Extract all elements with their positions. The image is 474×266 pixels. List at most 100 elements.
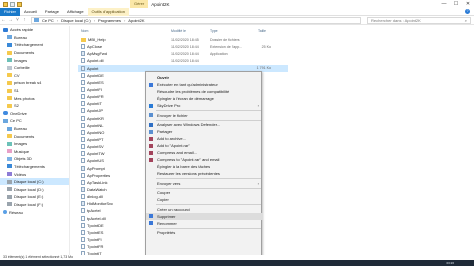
file-row[interactable]: ApointES bbox=[78, 79, 474, 86]
context-menu-item[interactable]: Épingler à l'écran de démarrage bbox=[146, 95, 263, 102]
nav-item[interactable]: prison break s4 bbox=[0, 79, 69, 87]
nav-item[interactable]: Disque local (F:) bbox=[0, 201, 69, 209]
context-menu-item[interactable]: Propriétés bbox=[146, 229, 263, 236]
context-menu-item[interactable]: SkyDrive Pro › bbox=[146, 102, 263, 109]
properties-icon[interactable] bbox=[10, 1, 15, 7]
nav-item[interactable]: Documents bbox=[0, 132, 69, 140]
file-row[interactable]: TpointFR bbox=[78, 243, 474, 250]
context-menu-item[interactable]: Partager bbox=[146, 128, 263, 135]
nav-item[interactable]: Ce PC bbox=[0, 117, 69, 125]
column-header-date[interactable]: Modifié le bbox=[171, 29, 186, 33]
column-header-size[interactable]: Taille bbox=[258, 29, 266, 33]
nav-item[interactable]: Objets 3D bbox=[0, 155, 69, 163]
nav-item[interactable]: Mes photos bbox=[0, 94, 69, 102]
file-row[interactable]: tpAcrtel bbox=[78, 207, 474, 214]
breadcrumb-this-pc[interactable]: Ce PC bbox=[42, 18, 54, 23]
nav-item[interactable]: Corbeille bbox=[0, 64, 69, 72]
file-row[interactable]: ApointPT bbox=[78, 136, 474, 143]
nav-item[interactable]: Images bbox=[0, 140, 69, 148]
tab-home[interactable]: Accueil bbox=[20, 8, 41, 16]
file-row[interactable]: ApointIT bbox=[78, 100, 474, 107]
tab-share[interactable]: Partage bbox=[41, 8, 63, 16]
nav-item[interactable]: Bureau bbox=[0, 125, 69, 133]
tab-application-tools[interactable]: Outils d'application bbox=[87, 7, 129, 16]
column-header-name[interactable]: Nom bbox=[81, 29, 88, 33]
address-bar[interactable]: Ce PC › Disque local (C:) › Programmes ›… bbox=[31, 16, 361, 24]
file-row[interactable]: dlnlog.dll bbox=[78, 193, 474, 200]
forward-arrow-icon[interactable]: → bbox=[7, 16, 14, 25]
context-menu-item[interactable]: Add to archive... bbox=[146, 135, 263, 142]
search-input[interactable]: Rechercher dans : Apoint2K ⌕ bbox=[367, 17, 471, 24]
tab-view[interactable]: Affichage bbox=[63, 8, 88, 16]
context-menu-item[interactable]: Renommer bbox=[146, 220, 263, 227]
file-row[interactable]: ApProperties bbox=[78, 172, 474, 179]
nav-item[interactable]: CV bbox=[0, 72, 69, 80]
file-row[interactable]: ApointNO bbox=[78, 129, 474, 136]
nav-item[interactable]: S2 bbox=[0, 102, 69, 110]
breadcrumb-programs[interactable]: Programmes bbox=[98, 18, 121, 23]
folder-icon[interactable] bbox=[3, 1, 8, 7]
nav-item[interactable]: S1 bbox=[0, 87, 69, 95]
context-menu-item[interactable]: Compress and email... bbox=[146, 149, 263, 156]
nav-item[interactable]: Disque local (D:) bbox=[0, 185, 69, 193]
context-menu-item[interactable]: Créer un raccourci bbox=[146, 206, 263, 213]
file-row[interactable]: ApointDE bbox=[78, 72, 474, 79]
breadcrumb-local-disk[interactable]: Disque local (C:) bbox=[61, 18, 91, 23]
file-row[interactable]: tpAcrtel.dll bbox=[78, 215, 474, 222]
file-row[interactable]: ApMsgFwd 11/02/2020 18:44 Application bbox=[78, 50, 474, 57]
minimize-button[interactable]: — bbox=[438, 0, 450, 8]
nav-item[interactable]: Musique bbox=[0, 148, 69, 156]
context-menu-item[interactable]: Épingler à la barre des tâches bbox=[146, 163, 263, 170]
clock[interactable]: 03:26 bbox=[446, 261, 454, 265]
nav-item[interactable]: OneDrive bbox=[0, 110, 69, 118]
file-row[interactable]: ApointFI bbox=[78, 86, 474, 93]
breadcrumb-apoint2k[interactable]: Apoint2K bbox=[128, 18, 144, 23]
context-menu-item[interactable]: Supprimer bbox=[146, 212, 263, 220]
manage-context-tab[interactable]: Gérer bbox=[130, 0, 149, 8]
file-row[interactable]: MBI_Help 11/02/2020 18:45 Dossier de fichi… bbox=[78, 36, 474, 43]
nav-item[interactable]: Bureau bbox=[0, 34, 69, 42]
nav-item[interactable]: Réseau bbox=[0, 208, 69, 216]
nav-item[interactable]: Téléchargements bbox=[0, 163, 69, 171]
file-row[interactable]: ApointSV bbox=[78, 143, 474, 150]
file-row[interactable]: ApointTW bbox=[78, 150, 474, 157]
nav-item[interactable]: Vidéos bbox=[0, 170, 69, 178]
file-row[interactable]: ApointKR bbox=[78, 115, 474, 122]
new-folder-icon[interactable] bbox=[17, 1, 22, 7]
chevron-down-icon[interactable]: ˅ bbox=[14, 16, 21, 25]
file-row[interactable]: TpointES bbox=[78, 229, 474, 236]
file-row[interactable]: ApPrompt bbox=[78, 165, 474, 172]
close-button[interactable]: ✕ bbox=[462, 0, 474, 8]
context-menu-item[interactable]: Envoyer le fichier bbox=[146, 112, 263, 119]
context-menu-item[interactable]: Envoyer vers › bbox=[146, 180, 263, 187]
up-arrow-icon[interactable]: ↑ bbox=[21, 16, 28, 25]
file-row[interactable]: ApTaskLink bbox=[78, 179, 474, 186]
column-header-type[interactable]: Type bbox=[210, 29, 218, 33]
context-menu-item[interactable]: Compress to "Apoint.rar" and email bbox=[146, 156, 263, 163]
context-menu-item[interactable]: Couper bbox=[146, 189, 263, 196]
file-row[interactable]: HidMonitorSvc bbox=[78, 200, 474, 207]
file-row[interactable]: DataWatch bbox=[78, 186, 474, 193]
help-icon[interactable]: ? bbox=[465, 9, 470, 14]
file-row[interactable]: TpointFI bbox=[78, 236, 474, 243]
context-menu-item[interactable]: Analyser avec Windows Defender... bbox=[146, 121, 263, 128]
context-menu-item[interactable]: Copier bbox=[146, 196, 263, 203]
nav-item[interactable]: Images bbox=[0, 56, 69, 64]
file-row[interactable]: ApointUS bbox=[78, 157, 474, 164]
maximize-button[interactable]: ☐ bbox=[450, 0, 462, 8]
tab-file[interactable]: Fichier bbox=[0, 7, 21, 16]
nav-item[interactable]: Disque local (E:) bbox=[0, 193, 69, 201]
context-menu-item[interactable]: Ouvrir bbox=[146, 74, 263, 81]
file-row[interactable]: ApointJP bbox=[78, 107, 474, 114]
file-row[interactable]: Apoint.dll 11/02/2020 18:44 bbox=[78, 57, 474, 64]
context-menu-item[interactable]: Résoudre les problèmes de compatibilité bbox=[146, 88, 263, 95]
nav-item[interactable]: Téléchargement bbox=[0, 41, 69, 49]
nav-item[interactable]: Documents bbox=[0, 49, 69, 57]
file-row[interactable]: ApointNL bbox=[78, 122, 474, 129]
context-menu-item[interactable]: Exécuter en tant qu'administrateur bbox=[146, 81, 263, 88]
context-menu-item[interactable]: Restaurer les versions précédentes bbox=[146, 170, 263, 177]
context-menu-item[interactable]: Add to "Apoint.rar" bbox=[146, 142, 263, 149]
back-arrow-icon[interactable]: ← bbox=[0, 16, 7, 25]
nav-item[interactable]: Accès rapide bbox=[0, 26, 69, 34]
nav-item[interactable]: Disque local (C:) bbox=[0, 177, 69, 186]
